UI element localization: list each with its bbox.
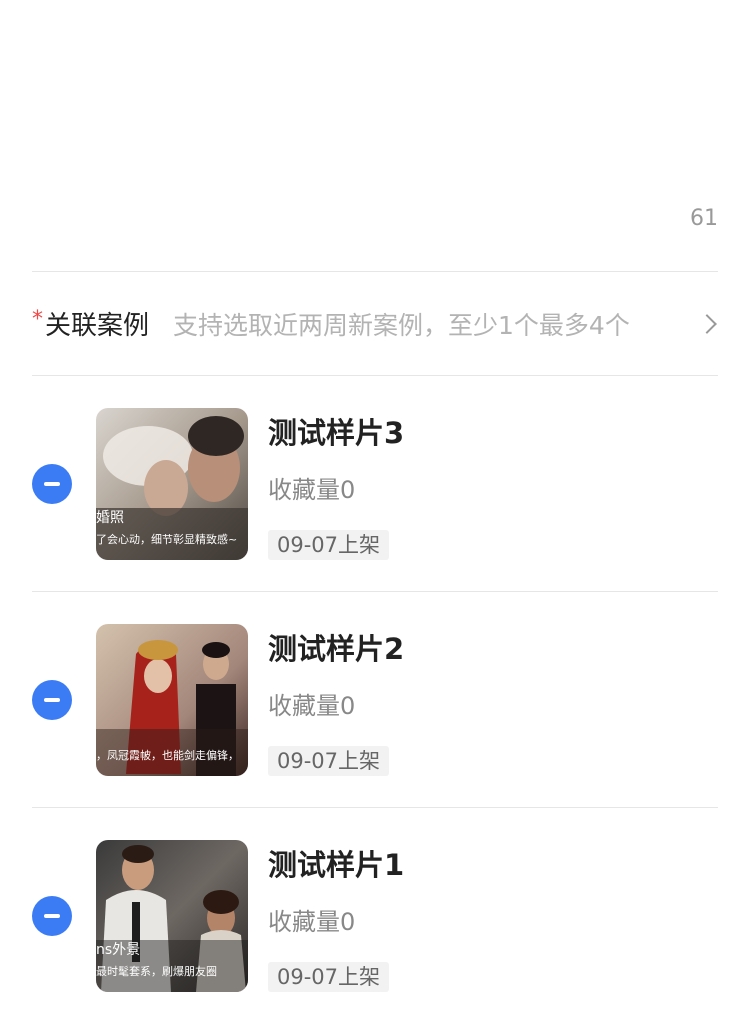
case-listed-badge: 09-07上架: [268, 530, 390, 560]
minus-icon: [44, 914, 60, 918]
case-item: ，凤冠霞帔，也能剑走偏锋， 测试样片2 收藏量0 09-07上架: [0, 592, 750, 808]
case-listed-badge: 09-07上架: [268, 962, 390, 992]
related-case-list: 婚照 了会心动，细节彰显精致感~ 测试样片3 收藏量0 09-07上架 ，凤冠霞…: [0, 376, 750, 1024]
remove-case-button[interactable]: [32, 680, 72, 720]
chevron-right-icon[interactable]: [697, 313, 717, 334]
case-title: 测试样片1: [268, 848, 405, 882]
description-char-counter: 61: [690, 206, 718, 231]
required-marker: *: [32, 307, 43, 332]
remove-case-button[interactable]: [32, 464, 72, 504]
case-favorites: 收藏量0: [268, 692, 356, 720]
remove-case-button[interactable]: [32, 896, 72, 936]
case-title: 测试样片2: [268, 632, 405, 666]
case-thumbnail[interactable]: ns外景 最时髦套系，刷爆朋友圈: [96, 840, 248, 992]
related-cases-hint[interactable]: 支持选取近两周新案例，至少1个最多4个: [173, 306, 694, 342]
thumbnail-caption: 婚照 了会心动，细节彰显精致感~: [96, 510, 238, 546]
minus-icon: [44, 698, 60, 702]
minus-icon: [44, 482, 60, 486]
case-thumbnail[interactable]: 婚照 了会心动，细节彰显精致感~: [96, 408, 248, 560]
case-item: 婚照 了会心动，细节彰显精致感~ 测试样片3 收藏量0 09-07上架: [0, 376, 750, 592]
case-thumbnail[interactable]: ，凤冠霞帔，也能剑走偏锋，: [96, 624, 248, 776]
thumbnail-caption: ，凤冠霞帔，也能剑走偏锋，: [96, 749, 239, 762]
related-cases-label: 关联案例: [45, 311, 150, 341]
related-cases-row[interactable]: * 关联案例 支持选取近两周新案例，至少1个最多4个: [32, 272, 718, 375]
case-title: 测试样片3: [268, 416, 405, 450]
thumbnail-caption: ns外景 最时髦套系，刷爆朋友圈: [96, 942, 217, 978]
case-listed-badge: 09-07上架: [268, 746, 390, 776]
case-favorites: 收藏量0: [268, 476, 356, 504]
case-favorites: 收藏量0: [268, 908, 356, 936]
case-item: ns外景 最时髦套系，刷爆朋友圈 测试样片1 收藏量0 09-07上架: [0, 808, 750, 1024]
